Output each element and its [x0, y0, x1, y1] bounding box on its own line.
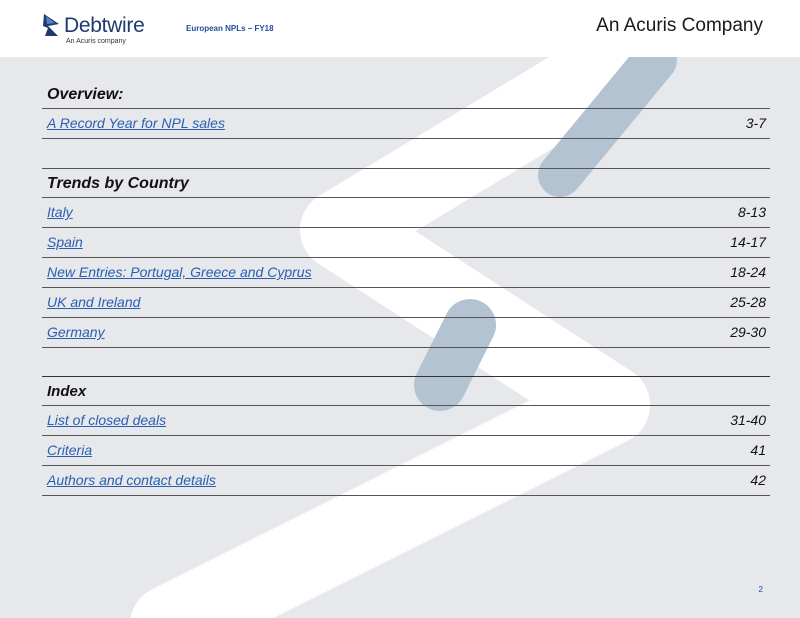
section-spacer	[42, 139, 770, 169]
company-name: An Acuris Company	[596, 15, 763, 36]
toc-link[interactable]: Italy	[47, 198, 73, 227]
toc-row[interactable]: New Entries: Portugal, Greece and Cyprus…	[42, 258, 770, 288]
toc-pages: 29-30	[730, 324, 766, 340]
toc-pages: 41	[750, 442, 766, 458]
toc-row[interactable]: Italy 8-13	[42, 198, 770, 228]
page-header: Debtwire An Acuris company European NPLs…	[0, 0, 800, 57]
debtwire-logo-mark-icon	[43, 14, 59, 36]
section-heading-trends: Trends by Country	[42, 169, 770, 198]
toc-link[interactable]: Criteria	[47, 436, 92, 465]
toc-pages: 42	[750, 472, 766, 488]
toc-pages: 25-28	[730, 294, 766, 310]
toc-row[interactable]: Spain 14-17	[42, 228, 770, 258]
report-title: European NPLs – FY18	[186, 24, 274, 33]
toc-row[interactable]: UK and Ireland 25-28	[42, 288, 770, 318]
toc-link[interactable]: Spain	[47, 228, 83, 257]
toc-link[interactable]: Authors and contact details	[47, 466, 216, 495]
toc-link[interactable]: New Entries: Portugal, Greece and Cyprus	[47, 258, 312, 287]
toc-pages: 8-13	[737, 204, 766, 220]
page-number: 2	[758, 585, 763, 594]
brand-name: Debtwire	[64, 14, 145, 37]
toc-row[interactable]: List of closed deals 31-40	[42, 406, 770, 436]
section-heading-overview: Overview:	[42, 80, 770, 109]
toc-row[interactable]: Criteria 41	[42, 436, 770, 466]
brand-subtitle: An Acuris company	[66, 38, 126, 45]
toc-link[interactable]: List of closed deals	[47, 406, 166, 435]
toc-pages: 31-40	[730, 412, 766, 428]
toc-row[interactable]: Germany 29-30	[42, 318, 770, 348]
toc-row[interactable]: Authors and contact details 42	[42, 466, 770, 496]
toc-link[interactable]: UK and Ireland	[47, 288, 140, 317]
toc-pages: 18-24	[730, 264, 766, 280]
toc-link[interactable]: A Record Year for NPL sales	[47, 109, 225, 138]
toc-row[interactable]: A Record Year for NPL sales 3-7	[42, 109, 770, 139]
debtwire-logo[interactable]: Debtwire An Acuris company	[42, 13, 152, 49]
toc-pages: 14-17	[730, 234, 766, 250]
table-of-contents: Overview: A Record Year for NPL sales 3-…	[42, 80, 770, 496]
toc-link[interactable]: Germany	[47, 318, 105, 347]
section-heading-index: Index	[42, 376, 770, 406]
toc-pages: 3-7	[745, 115, 766, 131]
